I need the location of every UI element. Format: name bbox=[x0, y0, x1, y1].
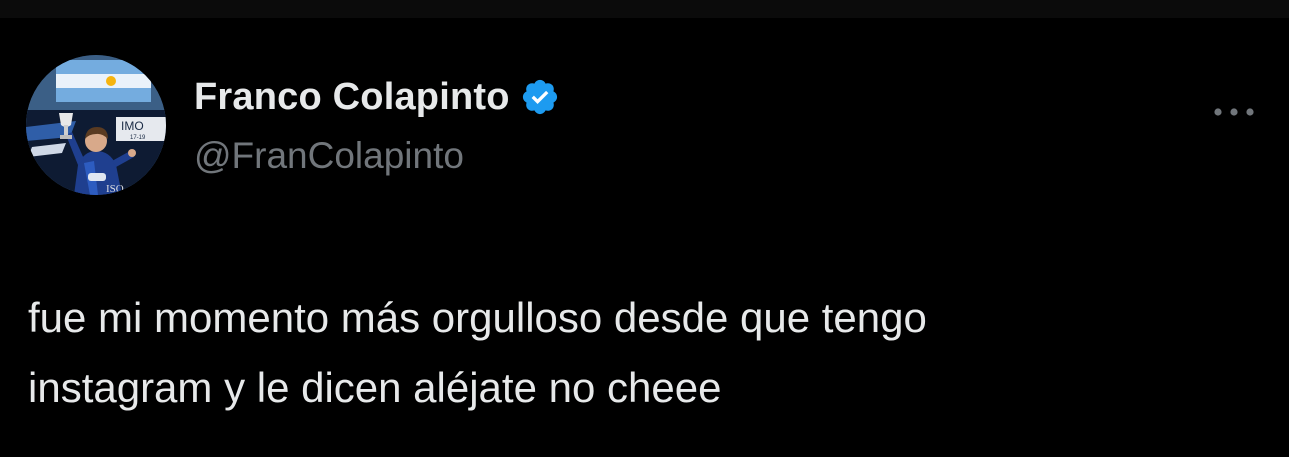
verified-badge-icon bbox=[520, 77, 560, 117]
avatar-banner-text: IMO bbox=[121, 119, 144, 133]
top-strip bbox=[0, 0, 1289, 18]
avatar-photo: IMO 17-19 ISO bbox=[26, 55, 166, 195]
avatar[interactable]: IMO 17-19 ISO bbox=[26, 55, 166, 195]
tweet-card[interactable]: IMO 17-19 ISO Franco Colapinto @FranCola… bbox=[0, 18, 1289, 457]
svg-text:ISO: ISO bbox=[106, 183, 124, 195]
tweet-text: fue mi momento más orgulloso desde que t… bbox=[28, 294, 927, 411]
more-horizontal-icon bbox=[1214, 108, 1254, 116]
author-display-name[interactable]: Franco Colapinto bbox=[194, 76, 510, 119]
avatar-banner-subtext: 17-19 bbox=[130, 135, 146, 141]
author-handle[interactable]: @FranColapinto bbox=[194, 135, 464, 177]
more-options-button[interactable] bbox=[1208, 96, 1260, 128]
author-name-row: Franco Colapinto bbox=[194, 74, 560, 120]
